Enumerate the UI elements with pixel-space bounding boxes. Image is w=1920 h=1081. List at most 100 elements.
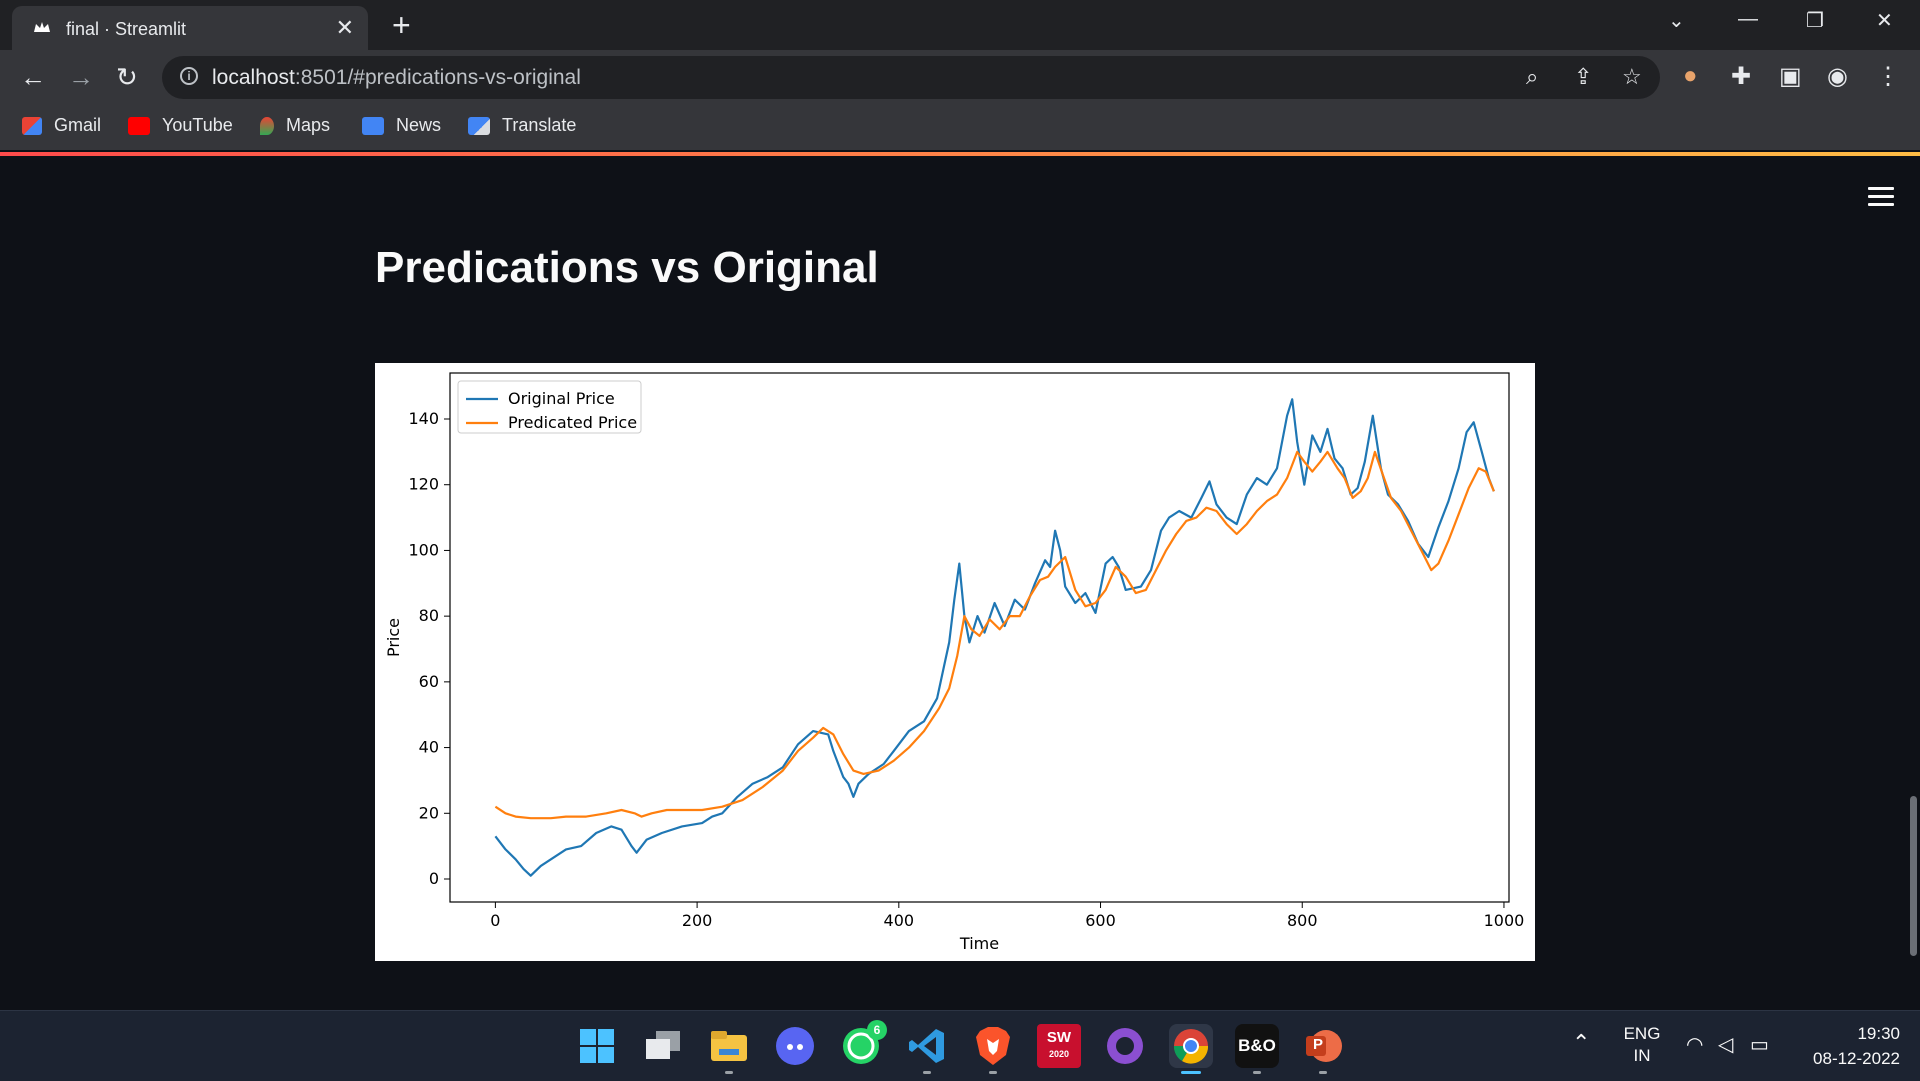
x-tick-label: 200	[682, 911, 713, 930]
forward-arrow-icon[interactable]: →	[68, 62, 94, 92]
tab-search-chevron-icon[interactable]: ⌄	[1668, 8, 1685, 33]
reload-icon[interactable]: ↻	[116, 62, 138, 92]
back-arrow-icon[interactable]: ←	[20, 62, 46, 92]
behance-icon[interactable]: B&O	[1235, 1024, 1279, 1074]
file-explorer-icon[interactable]	[707, 1024, 751, 1074]
share-icon[interactable]: ⇪	[1574, 64, 1592, 90]
chrome-icon[interactable]	[1169, 1024, 1213, 1074]
tab-close-icon[interactable]: ✕	[336, 15, 354, 41]
gmail-icon	[22, 116, 42, 135]
chart-image: 0 200 400 600 800 1000 0 20 40 60 80 100 120 140 Time P…	[375, 363, 1535, 961]
start-icon[interactable]	[575, 1024, 619, 1068]
minimize-icon[interactable]: —	[1738, 8, 1758, 31]
extensions-puzzle-icon[interactable]: ✚	[1731, 62, 1751, 91]
bookmark-label: YouTube	[162, 115, 233, 135]
running-indicator	[725, 1071, 733, 1074]
y-axis-label: Price	[384, 618, 403, 657]
maps-pin-icon	[260, 116, 274, 135]
bookmarks-bar: Gmail YouTube Maps News Translate	[0, 106, 1920, 150]
discord-icon[interactable]	[773, 1024, 817, 1068]
clock[interactable]: 19:30 08-12-2022	[1800, 1021, 1900, 1071]
bookmark-maps[interactable]: Maps	[260, 115, 330, 136]
profile-avatar-icon[interactable]: ◉	[1827, 62, 1848, 91]
whatsapp-icon[interactable]: 6	[839, 1020, 887, 1068]
zoom-icon[interactable]: ⌕	[1526, 64, 1538, 90]
bookmark-label: News	[396, 115, 442, 135]
line-chart: 0 200 400 600 800 1000 0 20 40 60 80 100 120 140 Time P…	[384, 372, 1525, 953]
hidden-icons-chevron-icon[interactable]: ⌃	[1572, 1030, 1590, 1056]
powerpoint-icon[interactable]: P	[1301, 1024, 1345, 1074]
bookmark-news[interactable]: News	[362, 115, 441, 136]
address-bar[interactable]: i localhost:8501/#predications-vs-origin…	[162, 56, 1660, 99]
running-indicator	[1253, 1071, 1261, 1074]
y-tick-label: 40	[419, 738, 439, 757]
page-title: Predications vs Original	[375, 243, 879, 292]
y-tick-label: 0	[429, 869, 439, 888]
clock-time: 19:30	[1857, 1024, 1900, 1043]
notification-badge: 6	[867, 1020, 887, 1040]
restore-icon[interactable]: ❐	[1806, 8, 1824, 33]
url-path: :8501/#predications-vs-original	[294, 66, 581, 89]
new-tab-button[interactable]: +	[392, 6, 411, 44]
bookmark-translate[interactable]: Translate	[468, 115, 576, 136]
side-panel-icon[interactable]: ▣	[1779, 62, 1802, 91]
bookmark-star-icon[interactable]: ☆	[1622, 64, 1642, 90]
bookmark-label: Maps	[286, 115, 331, 135]
legend-label: Original Price	[508, 389, 615, 408]
solidworks-icon[interactable]: SW 2020	[1037, 1024, 1081, 1068]
translate-icon	[468, 116, 490, 135]
github-desktop-icon[interactable]	[1103, 1024, 1147, 1068]
browser-toolbar: ← → ↻ i localhost:8501/#predications-vs-…	[0, 50, 1920, 106]
y-tick-label: 20	[419, 803, 439, 822]
bookmark-gmail[interactable]: Gmail	[22, 115, 101, 136]
site-info-icon[interactable]: i	[180, 67, 198, 85]
volume-icon[interactable]: ◁	[1718, 1032, 1733, 1057]
youtube-icon	[128, 116, 150, 135]
running-indicator	[1181, 1071, 1201, 1074]
browser-tab[interactable]: final · Streamlit ✕	[12, 6, 368, 50]
news-icon	[362, 116, 384, 135]
solidworks-label: SW	[1046, 1029, 1072, 1046]
y-tick-label: 100	[408, 540, 439, 559]
brave-icon[interactable]	[971, 1024, 1015, 1074]
y-tick-label: 80	[419, 606, 439, 625]
bookmark-youtube[interactable]: YouTube	[128, 115, 233, 136]
clock-date: 08-12-2022	[1813, 1049, 1900, 1068]
plot-area	[449, 372, 1510, 903]
main-menu-icon[interactable]	[1868, 187, 1894, 207]
x-tick-label: 400	[884, 911, 915, 930]
x-tick-label: 1000	[1484, 911, 1525, 930]
behance-label: B&O	[1238, 1036, 1276, 1055]
x-tick-label: 0	[490, 911, 500, 930]
y-tick-label: 120	[408, 475, 439, 494]
task-view-icon[interactable]	[641, 1024, 685, 1068]
x-axis-label: Time	[959, 934, 999, 953]
browser-menu-icon[interactable]: ⋮	[1876, 62, 1900, 91]
windows-taskbar: 6 SW 2020 B&O P ⌃ ENG IN ◠ ◁ ▭ 19:30 08-…	[0, 1010, 1920, 1081]
streamlit-header-decoration	[0, 152, 1920, 156]
tab-title: final · Streamlit	[66, 19, 187, 39]
x-tick-label: 800	[1287, 911, 1318, 930]
tab-strip: final · Streamlit ✕ + ⌄ — ❐ ✕	[0, 0, 1920, 50]
region-code: IN	[1633, 1046, 1651, 1065]
x-tick-label: 600	[1085, 911, 1116, 930]
url-host: localhost	[212, 66, 295, 89]
battery-icon[interactable]: ▭	[1750, 1032, 1769, 1057]
legend-label: Predicated Price	[508, 413, 637, 432]
solidworks-year: 2020	[1048, 1049, 1070, 1059]
vscode-icon[interactable]	[905, 1024, 949, 1074]
page-scrollbar[interactable]	[1910, 796, 1917, 956]
y-tick-label: 140	[408, 409, 439, 428]
cookie-extension-icon[interactable]: ●	[1683, 62, 1698, 90]
bookmark-label: Gmail	[54, 115, 102, 135]
running-indicator	[989, 1071, 997, 1074]
bookmark-label: Translate	[502, 115, 577, 135]
streamlit-crown-icon	[34, 22, 50, 32]
language-code: ENG	[1623, 1024, 1661, 1043]
language-indicator[interactable]: ENG IN	[1620, 1023, 1664, 1067]
close-window-icon[interactable]: ✕	[1876, 8, 1893, 33]
wifi-icon[interactable]: ◠	[1686, 1032, 1703, 1057]
url-text[interactable]: localhost:8501/#predications-vs-original	[212, 66, 581, 90]
running-indicator	[923, 1071, 931, 1074]
y-tick-label: 60	[419, 672, 439, 691]
